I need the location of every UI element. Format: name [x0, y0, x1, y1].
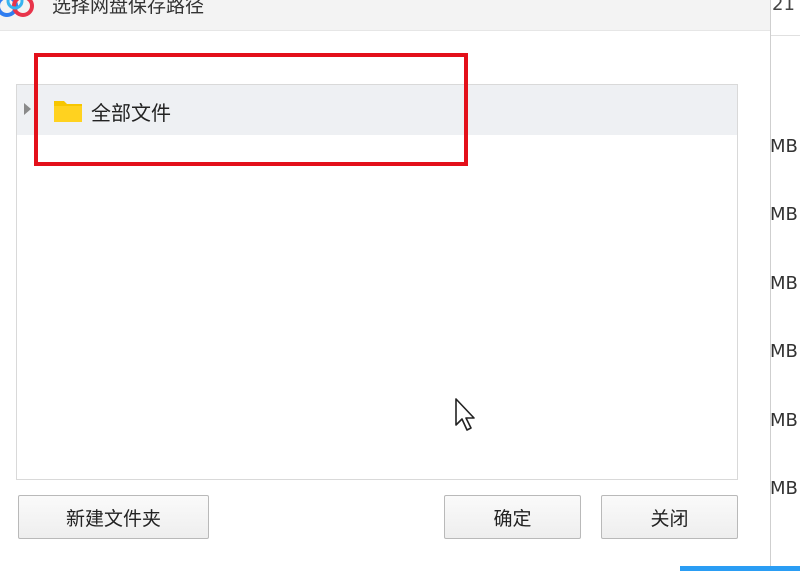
- cloud-logo-icon: [0, 0, 34, 17]
- background-partial-number: 21: [772, 0, 795, 15]
- taskbar-accent-bar: [680, 566, 800, 571]
- expand-arrow-icon[interactable]: [24, 103, 31, 115]
- annotation-highlight-box: [34, 53, 468, 166]
- background-size-text: MB: [770, 204, 798, 225]
- background-size-text: MB: [770, 410, 798, 431]
- background-size-text: MB: [770, 273, 798, 294]
- dialog-title: 选择网盘保存路径: [52, 0, 205, 17]
- save-path-dialog: 选择网盘保存路径 全部文件 新建文件夹 确定 关闭: [0, 0, 771, 571]
- mouse-pointer-icon: [455, 398, 475, 431]
- background-size-text: MB: [770, 136, 798, 157]
- confirm-button[interactable]: 确定: [444, 495, 581, 539]
- background-size-text: MB: [770, 341, 798, 362]
- new-folder-button[interactable]: 新建文件夹: [18, 495, 209, 539]
- background-size-text: MB: [770, 478, 798, 499]
- dialog-titlebar: 选择网盘保存路径: [0, 0, 770, 31]
- close-button[interactable]: 关闭: [601, 495, 738, 539]
- background-divider: [771, 35, 800, 36]
